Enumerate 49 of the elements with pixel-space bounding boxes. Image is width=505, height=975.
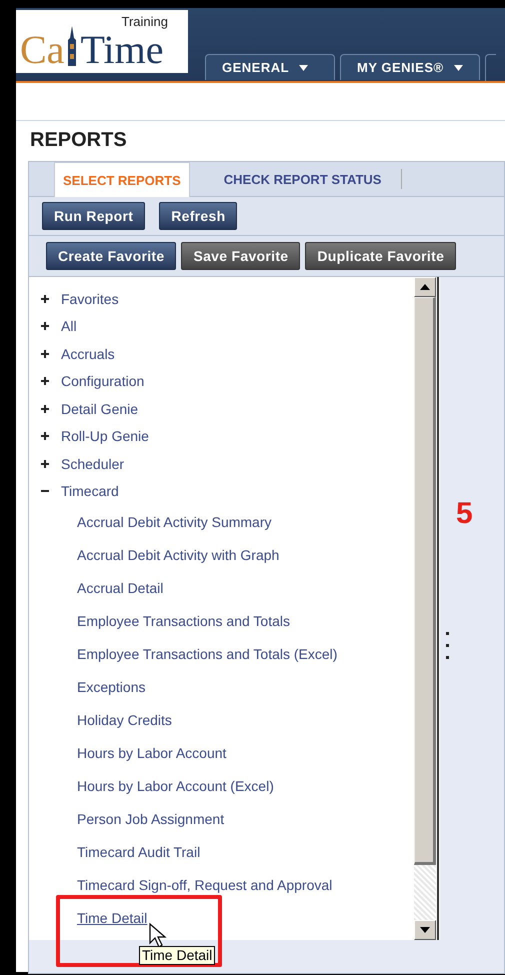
page-title: REPORTS	[29, 128, 128, 153]
expand-icon[interactable]	[41, 460, 49, 468]
expand-icon[interactable]	[41, 294, 49, 303]
caret-icon	[299, 64, 308, 70]
report-link[interactable]: Holiday Credits	[77, 712, 172, 728]
expand-icon[interactable]	[41, 377, 49, 386]
report-link[interactable]: Hours by Labor Account	[77, 744, 226, 760]
step-number: 5	[456, 497, 473, 531]
favorite-button[interactable]: Save Favorite	[181, 242, 300, 270]
expand-icon[interactable]	[41, 432, 49, 440]
report-link[interactable]: Hours by Labor Account (Excel)	[77, 778, 274, 794]
scroll-down-icon[interactable]	[420, 927, 430, 933]
caret-icon	[454, 64, 463, 70]
report-link[interactable]: Person Job Assignment	[77, 810, 224, 826]
report-link[interactable]: Accrual Debit Activity Summary	[77, 514, 272, 530]
tree-folder[interactable]: Detail Genie	[61, 400, 138, 417]
logo-text: Time	[80, 30, 164, 70]
tooltip: Time Detail	[139, 946, 216, 965]
splitter-bar[interactable]	[436, 277, 440, 940]
tree-folder[interactable]: Configuration	[61, 373, 144, 390]
logo-tag: Training	[122, 14, 168, 29]
splitter-grip-icon[interactable]	[446, 632, 450, 662]
report-link[interactable]: Time Detail	[77, 910, 148, 926]
report-link[interactable]: Timecard Sign-off, Request and Approval	[77, 876, 332, 892]
toolbar-button[interactable]: Run Report	[42, 202, 146, 230]
report-link[interactable]: Accrual Debit Activity with Graph	[77, 546, 280, 562]
tree-folder[interactable]: Roll-Up Genie	[61, 428, 149, 444]
toolbar-button[interactable]: Refresh	[159, 202, 238, 230]
report-link[interactable]: Employee Transactions and Totals	[77, 612, 290, 628]
expand-icon[interactable]	[41, 404, 49, 413]
expand-icon[interactable]	[41, 322, 49, 330]
favorite-button[interactable]: Create Favorite	[46, 242, 176, 270]
nav-menu-tab[interactable]: GENERAL	[205, 54, 335, 80]
logo-text: Ca	[20, 30, 64, 70]
tree-folder[interactable]: Timecard	[61, 483, 119, 500]
tree-folder[interactable]: Accruals	[61, 346, 115, 362]
report-tab[interactable]: CHECK REPORT STATUS	[190, 162, 402, 197]
report-link[interactable]: Accrual Detail	[77, 580, 164, 596]
tree-folder[interactable]: Scheduler	[61, 456, 124, 472]
expand-icon[interactable]	[41, 350, 49, 358]
scroll-up-icon[interactable]	[420, 284, 430, 290]
report-link[interactable]: Timecard Audit Trail	[77, 844, 200, 860]
nav-tab[interactable]	[484, 54, 496, 81]
tree-folder[interactable]: Favorites	[61, 290, 119, 307]
nav-menu-tab[interactable]: MY GENIES®	[340, 54, 480, 80]
tree-folder[interactable]: All	[61, 318, 77, 334]
favorite-button[interactable]: Duplicate Favorite	[305, 242, 456, 270]
report-link[interactable]: Exceptions	[77, 678, 146, 694]
report-link[interactable]: Employee Transactions and Totals (Excel)	[77, 646, 338, 662]
